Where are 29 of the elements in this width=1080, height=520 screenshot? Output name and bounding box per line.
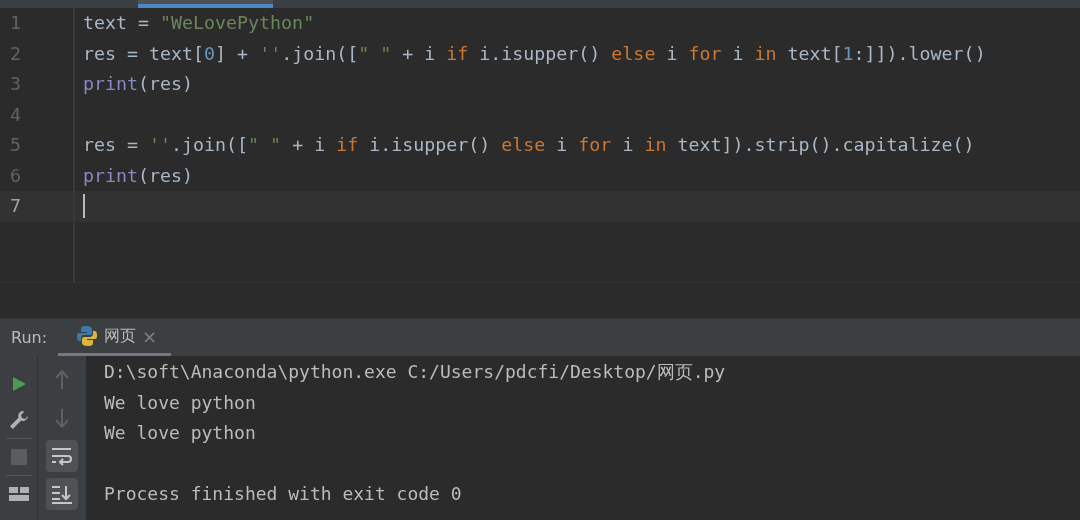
down-arrow-icon bbox=[54, 408, 70, 428]
line-number: 4 bbox=[10, 102, 21, 127]
tab-title: 网页 bbox=[104, 325, 136, 347]
up-arrow-icon bbox=[54, 370, 70, 390]
run-label: Run: bbox=[10, 327, 49, 349]
code-line: res = ''.join([" " + i if i.isupper() else i for i in text]).strip().capitalize() bbox=[83, 133, 975, 157]
wrench-icon[interactable] bbox=[7, 409, 30, 431]
scroll-to-end-button[interactable] bbox=[46, 478, 78, 510]
scroll-to-end-icon bbox=[51, 484, 73, 504]
exit-message: Process finished with exit code 0 bbox=[104, 482, 463, 506]
line-number: 5 bbox=[10, 133, 21, 157]
console-output-line: We love python bbox=[104, 390, 257, 415]
soft-wrap-button[interactable] bbox=[46, 440, 78, 472]
line-number: 2 bbox=[10, 41, 21, 66]
line-number: 3 bbox=[10, 72, 21, 96]
code-line: print(res) bbox=[83, 163, 194, 188]
text-cursor bbox=[83, 194, 85, 219]
soft-wrap-icon bbox=[51, 446, 73, 466]
console-output-line: D:\soft\Anaconda\python.exe C:/Users/pdcfi/Desktop/网页.py bbox=[104, 360, 727, 384]
line-number: 7 bbox=[10, 194, 21, 218]
code-line: print(res) bbox=[83, 72, 194, 96]
layout-icon[interactable] bbox=[8, 487, 29, 501]
line-number: 1 bbox=[10, 11, 21, 35]
console-output-line: We love python bbox=[104, 421, 257, 445]
code-line: text = "WeLovePython" bbox=[83, 11, 315, 35]
code-line: res = text[0] + ''.join([" " + i if i.isupper() else i for i in text[1:]]).lower() bbox=[83, 41, 986, 66]
python-file-icon bbox=[76, 325, 98, 347]
line-number: 6 bbox=[10, 163, 21, 188]
editor-tab[interactable] bbox=[138, 0, 273, 8]
